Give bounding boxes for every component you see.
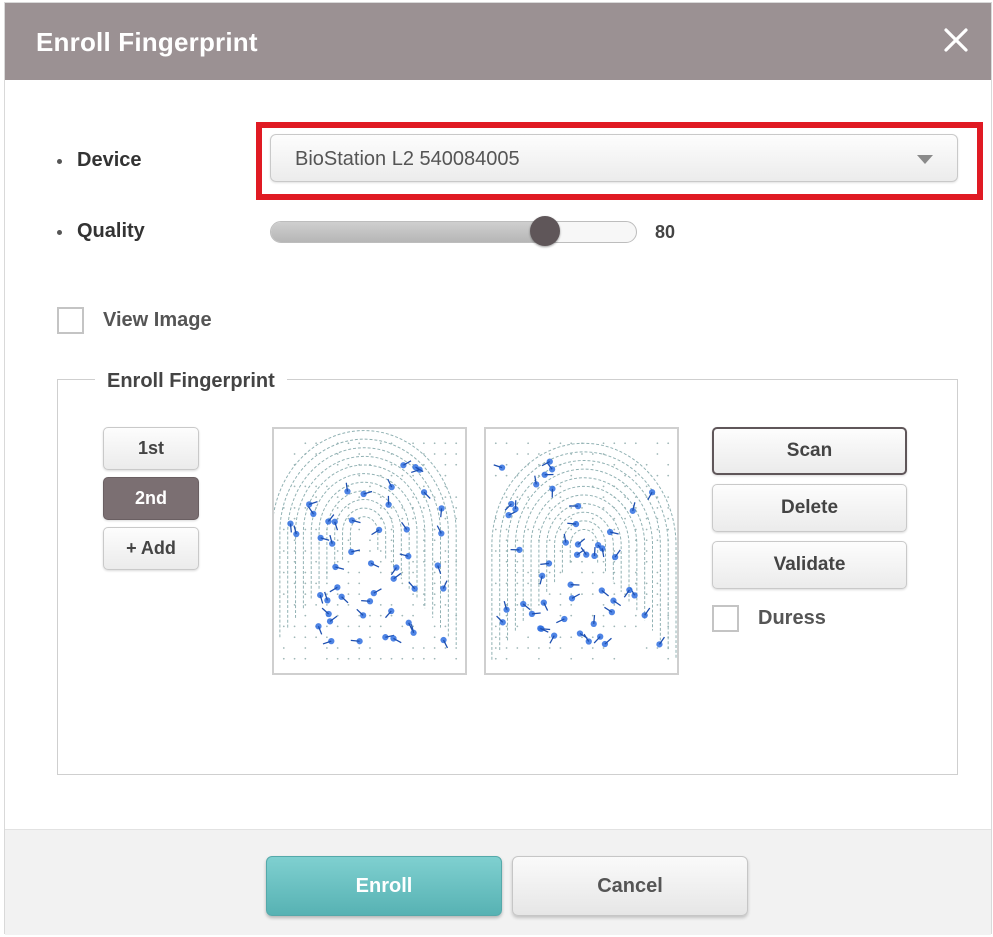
fingerprint-image-2 [484, 427, 679, 675]
cancel-button[interactable]: Cancel [512, 856, 748, 916]
quality-slider-fill [271, 222, 545, 242]
delete-button[interactable]: Delete [712, 484, 907, 532]
quality-label: Quality [77, 220, 145, 242]
dialog-title: Enroll Fingerprint [36, 27, 258, 57]
duress-checkbox[interactable] [712, 605, 739, 632]
quality-bullet [57, 230, 62, 235]
view-image-label: View Image [103, 309, 212, 331]
fingerprint-scan-2 [491, 442, 677, 660]
enroll-button[interactable]: Enroll [266, 856, 502, 916]
quality-value: 80 [655, 222, 676, 242]
template-1st-button[interactable]: 1st [103, 427, 199, 470]
device-selected-value: BioStation L2 540084005 [295, 148, 520, 170]
template-2nd-button[interactable]: 2nd [103, 477, 199, 520]
device-label: Device [77, 149, 142, 171]
fingerprint-scan-1 [274, 430, 458, 660]
add-template-button[interactable]: + Add [103, 527, 199, 570]
duress-label: Duress [758, 607, 826, 629]
scan-button[interactable]: Scan [712, 427, 907, 475]
close-button[interactable] [939, 23, 973, 57]
enroll-fingerprint-dialog: Enroll Fingerprint Device BioStation L2 … [4, 2, 992, 935]
validate-button[interactable]: Validate [712, 541, 907, 589]
fingerprint-image-1 [272, 427, 467, 675]
device-bullet [57, 159, 62, 164]
view-image-checkbox[interactable] [57, 307, 84, 334]
title-bar: Enroll Fingerprint [5, 3, 991, 80]
device-select[interactable]: BioStation L2 540084005 [270, 134, 958, 182]
quality-slider-track[interactable] [270, 221, 637, 243]
enroll-group-legend: Enroll Fingerprint [95, 370, 287, 393]
close-icon [944, 28, 968, 52]
chevron-down-icon [917, 155, 933, 164]
